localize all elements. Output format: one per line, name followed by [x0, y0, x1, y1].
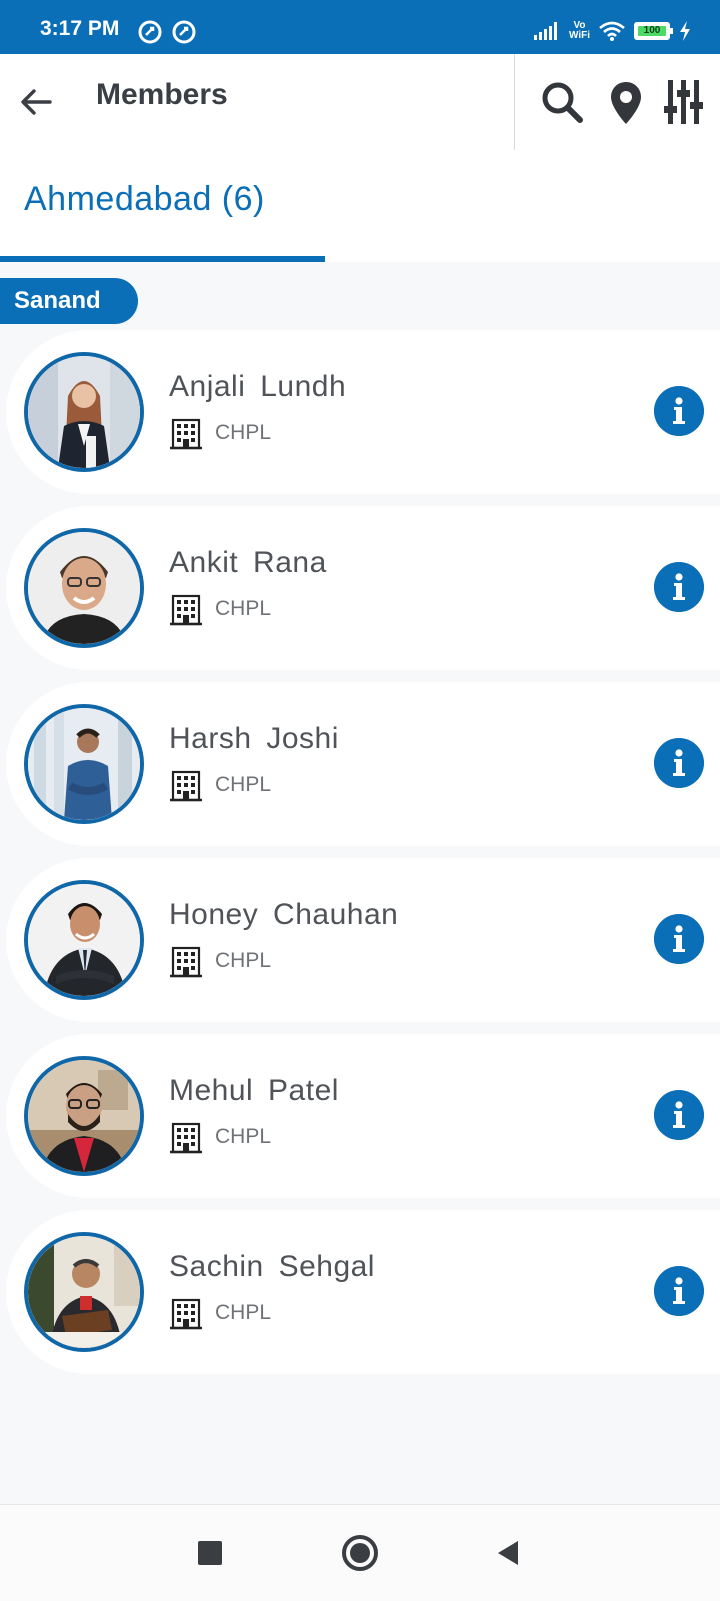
- info-icon[interactable]: [654, 738, 704, 788]
- company-name: CHPL: [215, 1125, 272, 1148]
- back-icon[interactable]: [486, 1531, 530, 1575]
- member-card[interactable]: Honey Chauhan CHPL: [6, 858, 720, 1022]
- building-icon: [170, 594, 202, 626]
- filter-sliders-icon[interactable]: [660, 78, 708, 126]
- vowifi-line2: WiFi: [568, 30, 590, 41]
- notification-icons: [138, 20, 196, 44]
- member-company: CHPL: [169, 416, 271, 450]
- charging-icon: [680, 21, 690, 41]
- status-time: 3:17 PM: [40, 17, 120, 40]
- recent-apps-icon[interactable]: [188, 1531, 232, 1575]
- info-icon[interactable]: [654, 386, 704, 436]
- member-card[interactable]: Harsh Joshi CHPL: [6, 682, 720, 846]
- company-name: CHPL: [215, 949, 272, 972]
- member-card[interactable]: Sachin Sehgal CHPL: [6, 1210, 720, 1374]
- back-arrow-icon[interactable]: [18, 84, 54, 120]
- vowifi-indicator: Vo WiFi: [569, 21, 590, 41]
- member-card[interactable]: Mehul Patel CHPL: [6, 1034, 720, 1198]
- member-name: Harsh Joshi: [169, 722, 339, 755]
- info-icon[interactable]: [654, 1266, 704, 1316]
- info-icon[interactable]: [654, 914, 704, 964]
- building-icon: [170, 946, 202, 978]
- battery-icon: 100: [634, 22, 673, 40]
- system-nav-bar: [0, 1504, 720, 1601]
- member-company: CHPL: [169, 1120, 271, 1154]
- member-card[interactable]: Ankit Rana CHPL: [6, 506, 720, 670]
- wifi-icon: [599, 21, 625, 41]
- member-name: Sachin Sehgal: [169, 1250, 375, 1283]
- system-icons: Vo WiFi 100: [533, 20, 692, 42]
- building-icon: [170, 1298, 202, 1330]
- member-company: CHPL: [169, 1296, 271, 1330]
- notification-icon: [138, 20, 162, 44]
- member-company: CHPL: [169, 944, 271, 978]
- info-icon[interactable]: [654, 562, 704, 612]
- member-name: Ankit Rana: [169, 546, 327, 579]
- building-icon: [170, 1122, 202, 1154]
- tab-ahmedabad[interactable]: Ahmedabad (6): [24, 180, 265, 219]
- avatar: [24, 1232, 144, 1352]
- info-icon[interactable]: [654, 1090, 704, 1140]
- member-company: CHPL: [169, 768, 271, 802]
- header-divider: [514, 54, 515, 150]
- notification-icon: [172, 20, 196, 44]
- building-icon: [170, 418, 202, 450]
- member-name: Anjali Lundh: [169, 370, 347, 403]
- company-name: CHPL: [215, 597, 272, 620]
- avatar: [24, 880, 144, 1000]
- app-bar: Members: [0, 54, 720, 151]
- member-company: CHPL: [169, 592, 271, 626]
- location-pin-icon[interactable]: [602, 78, 650, 126]
- company-name: CHPL: [215, 773, 272, 796]
- status-bar: 3:17 PM Vo WiFi 100: [0, 0, 720, 54]
- tab-active-indicator: [0, 256, 325, 262]
- member-card[interactable]: Anjali Lundh CHPL: [6, 330, 720, 494]
- company-name: CHPL: [215, 421, 272, 444]
- search-icon[interactable]: [538, 78, 586, 126]
- signal-icon: [533, 22, 557, 40]
- page-title: Members: [96, 78, 228, 111]
- avatar: [24, 528, 144, 648]
- home-icon[interactable]: [338, 1531, 382, 1575]
- section-label-chip: Sanand: [0, 278, 138, 324]
- avatar: [24, 704, 144, 824]
- tab-bar: Ahmedabad (6): [0, 150, 720, 262]
- avatar: [24, 1056, 144, 1176]
- member-name: Honey Chauhan: [169, 898, 399, 931]
- company-name: CHPL: [215, 1301, 272, 1324]
- battery-level: 100: [638, 26, 666, 36]
- building-icon: [170, 770, 202, 802]
- avatar: [24, 352, 144, 472]
- member-name: Mehul Patel: [169, 1074, 339, 1107]
